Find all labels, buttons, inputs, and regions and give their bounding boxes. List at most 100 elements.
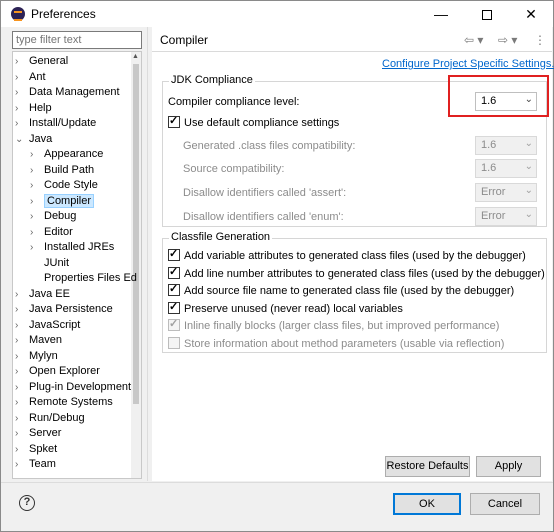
tree-item[interactable]: JUnit [30, 257, 69, 272]
chevron-right-icon[interactable]: › [15, 118, 29, 129]
classfile-option-checkbox[interactable]: Add source file name to generated class … [168, 282, 514, 297]
scroll-up-icon[interactable]: ▲ [132, 53, 139, 60]
tree-item[interactable]: › Mylyn [15, 350, 58, 365]
tree-item[interactable]: › Plug-in Development [15, 381, 131, 396]
chevron-right-icon[interactable]: › [15, 413, 29, 424]
tree-item-label: Help [29, 101, 52, 114]
filter-input[interactable] [12, 31, 142, 49]
chevron-right-icon[interactable]: › [30, 149, 44, 160]
window-title: Preferences [31, 7, 96, 21]
tree-item-label: Java EE [29, 287, 70, 300]
checkbox-icon[interactable] [168, 282, 180, 296]
view-menu-icon[interactable]: ⋮ [534, 33, 546, 47]
minimize-button[interactable]: — [418, 1, 464, 27]
tree-item[interactable]: › Editor [30, 226, 73, 241]
chevron-right-icon[interactable]: › [30, 165, 44, 176]
back-nav-icon[interactable]: ⇦ ▾ [464, 33, 483, 47]
tree-scrollbar[interactable]: ▲ [131, 52, 141, 478]
classfile-option-checkbox[interactable]: Add variable attributes to generated cla… [168, 247, 526, 262]
chevron-right-icon[interactable]: › [30, 211, 44, 222]
maximize-button[interactable] [464, 1, 510, 27]
tree-item[interactable]: › Run/Debug [15, 412, 85, 427]
tree-item[interactable]: › Ant [15, 71, 46, 86]
classfile-option-checkbox[interactable]: Store information about method parameter… [168, 336, 505, 350]
checkbox-icon[interactable] [168, 336, 180, 349]
ok-button[interactable]: OK [393, 493, 461, 515]
chevron-right-icon[interactable]: › [30, 196, 44, 207]
maximize-icon [482, 10, 492, 21]
tree-item[interactable]: › General [15, 55, 68, 70]
chevron-right-icon[interactable]: › [15, 428, 29, 439]
use-default-checkbox[interactable]: Use default compliance settings [168, 114, 340, 129]
classfile-option-checkbox[interactable]: Add line number attributes to generated … [168, 265, 545, 280]
chevron-right-icon[interactable]: › [15, 87, 29, 98]
chevron-right-icon[interactable]: › [15, 335, 29, 346]
chevron-down-icon[interactable]: ⌄ [15, 134, 29, 145]
setting-combo[interactable]: 1.6 ⌄ [475, 136, 537, 155]
chevron-right-icon[interactable]: › [15, 351, 29, 362]
tree-item[interactable]: › Java EE [15, 288, 70, 303]
setting-combo[interactable]: Error ⌄ [475, 183, 537, 202]
tree-item[interactable]: › Install/Update [15, 117, 96, 132]
close-button[interactable]: ✕ [508, 1, 554, 27]
checkbox-icon[interactable] [168, 114, 180, 128]
chevron-right-icon[interactable]: › [15, 56, 29, 67]
chevron-right-icon[interactable]: › [30, 242, 44, 253]
configure-project-link[interactable]: Configure Project Specific Settings... [382, 58, 554, 70]
tree-item-label: Installed JREs [44, 241, 115, 253]
chevron-right-icon[interactable]: › [15, 320, 29, 331]
tree-item-label: Maven [29, 334, 63, 346]
tree-item[interactable]: › Remote Systems [15, 396, 113, 411]
tree-item-label: Debug [44, 210, 77, 222]
tree-item[interactable]: › Debug [30, 210, 76, 225]
forward-nav-icon[interactable]: ⇨ ▾ [498, 33, 517, 47]
compliance-level-combo[interactable]: 1.6 ⌄ [475, 92, 537, 111]
page-title: Compiler [160, 33, 209, 47]
chevron-right-icon[interactable]: › [15, 444, 29, 455]
tree-item[interactable]: › Help [15, 102, 52, 117]
cancel-button[interactable]: Cancel [470, 493, 540, 515]
chevron-right-icon[interactable]: › [15, 382, 29, 393]
chevron-right-icon[interactable]: › [15, 366, 29, 377]
tree-item[interactable]: › Code Style [30, 179, 98, 194]
restore-defaults-button[interactable]: Restore Defaults [385, 456, 470, 477]
tree-item[interactable]: ⌄ Java [15, 133, 52, 148]
setting-label: Source compatibility: [183, 163, 285, 175]
checkbox-label: Use default compliance settings [184, 117, 340, 129]
setting-combo[interactable]: 1.6 ⌄ [475, 159, 537, 178]
tree-item[interactable]: › Team [15, 458, 56, 473]
checkbox-label: Store information about method parameter… [184, 337, 505, 350]
setting-combo[interactable]: Error ⌄ [475, 207, 537, 226]
tree-item[interactable]: › Server [15, 427, 61, 442]
jdk-compliance-group: JDK Compliance Compiler compliance level… [162, 74, 547, 227]
tree-item[interactable]: › Compiler [30, 193, 95, 210]
classfile-option-checkbox[interactable]: Preserve unused (never read) local varia… [168, 300, 403, 315]
tree-item[interactable]: › Appearance [30, 148, 103, 163]
apply-button[interactable]: Apply [476, 456, 541, 477]
tree-item[interactable]: › Installed JREs [30, 241, 114, 256]
tree-item[interactable]: Properties Files Ed [30, 272, 137, 287]
chevron-right-icon[interactable]: › [30, 180, 44, 191]
scroll-thumb[interactable] [133, 64, 139, 404]
tree-item[interactable]: › JavaScript [15, 319, 80, 334]
chevron-right-icon[interactable]: › [30, 227, 44, 238]
chevron-right-icon[interactable]: › [15, 72, 29, 83]
chevron-right-icon[interactable]: › [15, 459, 29, 470]
chevron-right-icon[interactable]: › [15, 397, 29, 408]
tree-item[interactable]: › Java Persistence [15, 303, 113, 318]
classfile-option-checkbox[interactable]: Inline finally blocks (larger class file… [168, 317, 499, 332]
checkbox-icon[interactable] [168, 265, 180, 279]
panel-sash[interactable] [147, 27, 150, 481]
tree-item[interactable]: › Data Management [15, 86, 120, 101]
chevron-right-icon[interactable]: › [15, 304, 29, 315]
checkbox-icon[interactable] [168, 300, 180, 314]
help-icon[interactable]: ? [19, 495, 35, 511]
tree-item[interactable]: › Open Explorer [15, 365, 100, 380]
chevron-right-icon[interactable]: › [15, 103, 29, 114]
tree-item[interactable]: › Maven [15, 334, 62, 349]
checkbox-icon[interactable] [168, 317, 180, 331]
chevron-right-icon[interactable]: › [15, 289, 29, 300]
checkbox-icon[interactable] [168, 247, 180, 261]
tree-item[interactable]: › Build Path [30, 164, 94, 179]
tree-item[interactable]: › Spket [15, 443, 57, 458]
